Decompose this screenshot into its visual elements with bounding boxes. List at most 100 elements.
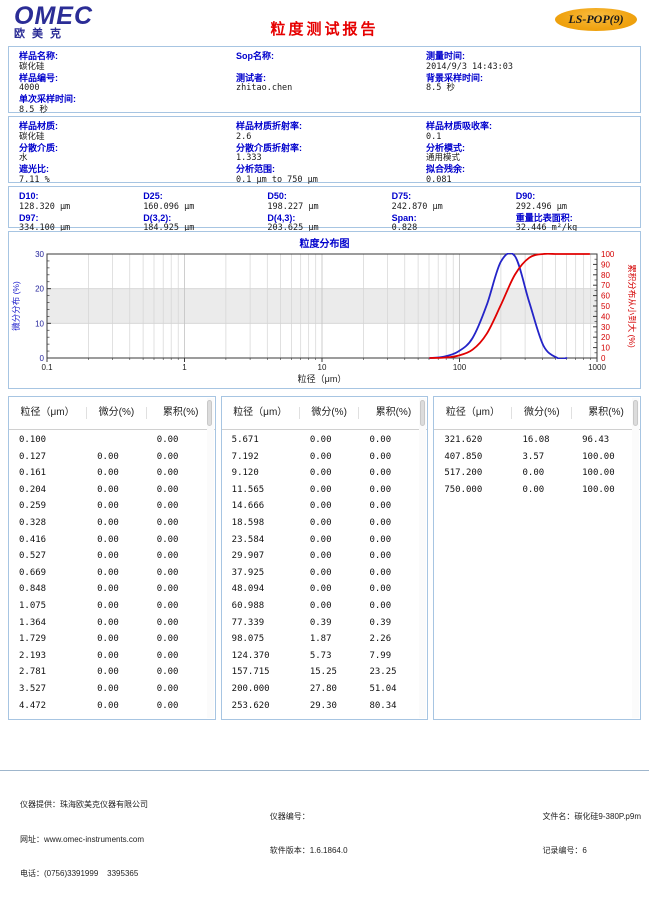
svg-text:20: 20 [601,333,610,342]
scrollbar-thumb[interactable] [420,400,425,426]
table-cell: 11.565 [222,482,300,499]
footer-divider [0,770,649,771]
table-cell: 0.100 [9,432,87,449]
table-row: 0.1000.00 [9,432,215,449]
info-field: 测量时间:2014/9/3 14:43:03 [426,50,640,72]
table-2-body: 5.6710.000.007.1920.000.009.1200.000.001… [222,430,428,714]
svg-text:1000: 1000 [588,363,606,372]
table-cell: 0.00 [87,581,147,598]
table-cell: 0.00 [147,648,215,665]
table-cell: 5.73 [300,648,360,665]
table-cell: 0.00 [359,581,427,598]
statistics-section: D10:128.320 μmD25:160.096 μmD50:198.227 … [8,186,641,228]
footer-website: 网址：www.omec-instruments.com [20,834,270,846]
table-row: 200.00027.8051.04 [222,681,428,698]
info-field: 样品材质吸收率:0.1 [426,120,640,142]
table-cell: 1.729 [9,631,87,648]
table-cell: 15.25 [300,664,360,681]
table-cell: 0.00 [87,681,147,698]
table-cell: 0.00 [87,515,147,532]
svg-text:90: 90 [601,260,610,269]
table-row: 0.3280.000.00 [9,515,215,532]
table-cell: 0.00 [359,432,427,449]
table-cell: 0.00 [147,615,215,632]
table-cell: 0.00 [359,498,427,515]
table-cell: 1.075 [9,598,87,615]
report-header: OMEC 欧美克 粒度测试报告 LS-POP(9) [8,0,641,46]
table-row: 7.1920.000.00 [222,449,428,466]
table-row: 23.5840.000.00 [222,532,428,549]
table-cell [87,432,147,449]
footer-instrument: 仪器编号： 软件版本：1.6.1864.0 [270,776,438,903]
table-cell: 0.00 [87,648,147,665]
table-cell: 0.00 [300,581,360,598]
svg-text:50: 50 [601,302,610,311]
column-header: 累积(%) [147,407,215,419]
info-field: 样品材质:碳化硅 [19,120,236,142]
table-row: 48.0940.000.00 [222,581,428,598]
table-row: 0.4160.000.00 [9,532,215,549]
chart-title: 粒度分布图 [9,232,640,248]
svg-text:100: 100 [601,250,615,259]
svg-text:80: 80 [601,271,610,280]
footer-provider: 仪器提供：珠海欧美克仪器有限公司 [20,799,270,811]
table-cell: 0.00 [300,515,360,532]
table-cell: 0.00 [300,449,360,466]
table-cell: 0.00 [147,565,215,582]
svg-text:10: 10 [35,319,44,328]
table-cell: 0.00 [87,482,147,499]
table-row: 0.2040.000.00 [9,482,215,499]
footer-company: 仪器提供：珠海欧美克仪器有限公司 网址：www.omec-instruments… [8,776,270,903]
info-field: 重量比表面积:32.446 m²/kg [516,212,640,234]
table-cell: 0.00 [147,548,215,565]
table-cell: 2.26 [359,631,427,648]
table-cell: 0.00 [147,449,215,466]
table-scrollbar[interactable] [207,398,214,718]
table-row: 4.4720.000.00 [9,698,215,715]
svg-text:70: 70 [601,281,610,290]
table-cell: 1.87 [300,631,360,648]
table-cell: 0.00 [87,565,147,582]
table-cell: 321.620 [434,432,512,449]
table-row: 321.62016.0896.43 [434,432,640,449]
table-row: 98.0751.872.26 [222,631,428,648]
chart-canvas: 010203001020304050607080901000.111010010… [9,248,640,390]
table-scrollbar[interactable] [632,398,639,718]
svg-text:0.1: 0.1 [41,363,53,372]
table-cell: 0.669 [9,565,87,582]
column-header: 粒径（μm） [222,407,300,419]
table-cell: 124.370 [222,648,300,665]
info-field: Sop名称: [236,50,426,72]
table-cell: 0.00 [359,565,427,582]
table-row: 0.1610.000.00 [9,465,215,482]
scrollbar-thumb[interactable] [207,400,212,426]
table-row: 3.5270.000.00 [9,681,215,698]
table-cell: 29.30 [300,698,360,715]
scrollbar-thumb[interactable] [633,400,638,426]
data-tables: 粒径（μm）微分(%)累积(%) 0.1000.000.1270.000.000… [8,396,641,720]
table-row: 11.5650.000.00 [222,482,428,499]
table-row: 0.2590.000.00 [9,498,215,515]
table-2-header: 粒径（μm）微分(%)累积(%) [222,397,428,430]
info-field: 分析范围:0.1 μm to 750 μm [236,163,426,185]
table-cell: 0.00 [359,598,427,615]
info-field: D90:292.496 μm [516,190,640,212]
table-cell: 16.08 [512,432,572,449]
info-field: Span:0.828 [392,212,516,234]
table-cell: 0.00 [300,482,360,499]
statistics-grid: D10:128.320 μmD25:160.096 μmD50:198.227 … [9,187,640,235]
table-cell: 0.00 [359,449,427,466]
table-scrollbar[interactable] [419,398,426,718]
table-cell: 0.00 [147,482,215,499]
table-cell: 0.00 [512,465,572,482]
table-row: 9.1200.000.00 [222,465,428,482]
table-row: 407.8503.57100.00 [434,449,640,466]
table-row: 1.3640.000.00 [9,615,215,632]
table-1: 粒径（μm）微分(%)累积(%) 0.1000.000.1270.000.000… [8,396,216,720]
table-cell: 23.25 [359,664,427,681]
svg-text:累积分布从小到大 (%): 累积分布从小到大 (%) [627,264,637,348]
table-cell: 4.472 [9,698,87,715]
table-cell: 0.00 [359,548,427,565]
table-cell: 407.850 [434,449,512,466]
svg-text:60: 60 [601,292,610,301]
